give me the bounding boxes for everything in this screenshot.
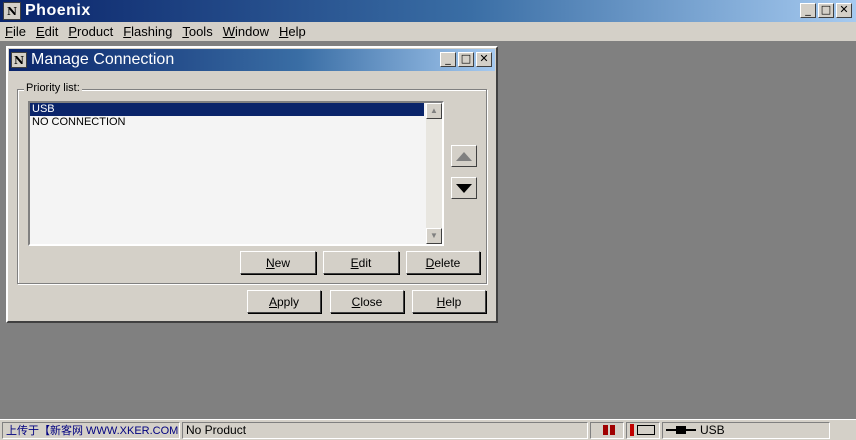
priority-list-label: Priority list: — [24, 82, 82, 94]
connection-label: USB — [700, 423, 725, 437]
delete-button-label: Delete — [425, 255, 461, 270]
dialog-maximize-button[interactable]: □ — [458, 52, 474, 67]
phone-icon — [637, 425, 655, 435]
menu-edit[interactable]: Edit — [31, 24, 63, 39]
scroll-up-icon[interactable]: ▲ — [426, 103, 442, 119]
status-connection-pane: USB — [662, 421, 830, 439]
status-indicator-pane — [590, 421, 624, 439]
arrow-up-icon — [456, 151, 472, 161]
move-up-button[interactable] — [451, 145, 477, 167]
scroll-down-icon[interactable]: ▼ — [426, 228, 442, 244]
dialog-title-bar: N Manage Connection _ □ ✕ — [9, 49, 495, 71]
new-button-label: New — [265, 255, 290, 270]
app-title: Phoenix — [25, 2, 91, 19]
help-button-label: Help — [436, 294, 462, 309]
edit-button[interactable]: Edit — [323, 251, 399, 274]
menu-bar: File Edit Product Flashing Tools Window … — [0, 22, 856, 42]
app-window-controls: _ □ ✕ — [800, 3, 852, 18]
priority-listbox[interactable]: USB NO CONNECTION ▲ ▼ — [28, 101, 444, 246]
usb-plug-icon — [666, 426, 696, 434]
list-item-no-connection[interactable]: NO CONNECTION — [30, 116, 424, 129]
menu-flashing[interactable]: Flashing — [118, 24, 177, 39]
close-button[interactable]: Close — [330, 290, 404, 313]
dialog-minimize-button[interactable]: _ — [440, 52, 456, 67]
dialog-logo-icon[interactable]: N — [11, 52, 27, 68]
edit-button-label: Edit — [350, 255, 372, 270]
menu-help[interactable]: Help — [274, 24, 311, 39]
manage-connection-dialog: N Manage Connection _ □ ✕ Priority list:… — [6, 46, 498, 323]
list-item-usb[interactable]: USB — [30, 103, 424, 116]
app-logo-icon[interactable]: N — [3, 2, 21, 20]
menu-product[interactable]: Product — [63, 24, 118, 39]
status-device-pane — [626, 421, 660, 439]
device-icon — [630, 424, 634, 436]
menu-tools[interactable]: Tools — [177, 24, 217, 39]
menu-window[interactable]: Window — [218, 24, 274, 39]
dialog-window-controls: _ □ ✕ — [440, 52, 492, 67]
app-maximize-button[interactable]: □ — [818, 3, 834, 18]
close-button-label: Close — [351, 294, 383, 309]
menu-file[interactable]: File — [0, 24, 31, 39]
help-button[interactable]: Help — [412, 290, 486, 313]
status-product-pane: No Product — [182, 421, 588, 439]
arrow-down-icon — [456, 183, 472, 193]
status-bar: 上传于【新客网 WWW.XKER.COM】 No Product USB — [0, 419, 856, 440]
record-indicator-icon — [602, 425, 615, 435]
dialog-title: Manage Connection — [31, 51, 175, 68]
status-ready-pane: 上传于【新客网 WWW.XKER.COM】 — [2, 421, 180, 439]
app-title-bar: N Phoenix _ □ ✕ — [0, 0, 856, 22]
list-scrollbar[interactable]: ▲ ▼ — [426, 103, 442, 244]
app-close-button[interactable]: ✕ — [836, 3, 852, 18]
delete-button[interactable]: Delete — [406, 251, 480, 274]
move-down-button[interactable] — [451, 177, 477, 199]
apply-button[interactable]: Apply — [247, 290, 321, 313]
apply-button-label: Apply — [268, 294, 300, 309]
new-button[interactable]: New — [240, 251, 316, 274]
app-minimize-button[interactable]: _ — [800, 3, 816, 18]
dialog-close-button[interactable]: ✕ — [476, 52, 492, 67]
priority-list-group: Priority list: USB NO CONNECTION ▲ ▼ New… — [17, 82, 487, 284]
